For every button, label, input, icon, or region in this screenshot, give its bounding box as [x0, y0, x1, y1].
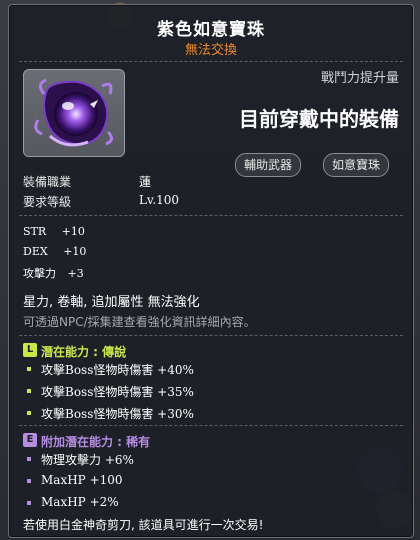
stat-value: +10 [61, 225, 85, 238]
equip-status: 目前穿戴中的裝備 [239, 107, 399, 131]
item-icon-frame [23, 69, 125, 157]
additional-potential-title: 附加潛在能力 : 稀有 [41, 435, 151, 449]
stat-name: STR [23, 225, 47, 238]
stat-attack: 攻擊力 +3 [23, 265, 84, 281]
potential-line: 攻擊Boss怪物時傷害 +40% [41, 363, 194, 377]
level-value: Lv.100 [139, 193, 180, 207]
tag-secondary-weapon: 輔助武器 [235, 153, 302, 177]
enhancement-properties: 星力, 卷軸, 追加屬性 無法強化 [23, 295, 200, 310]
trade-hint: 若使用白金神奇剪刀, 該道具可進行一次交易! [23, 518, 264, 532]
stat-str: STR +10 [23, 225, 85, 238]
rare-badge-icon: E [23, 433, 37, 447]
legendary-badge-icon: L [23, 343, 37, 357]
level-label: 要求等級 [23, 195, 72, 209]
bullet-icon [27, 389, 31, 393]
divider [19, 215, 403, 216]
purple-orb-icon [34, 78, 113, 147]
potential-line: 攻擊Boss怪物時傷害 +30% [41, 407, 194, 421]
stat-dex: DEX +10 [23, 245, 86, 258]
bullet-icon [27, 457, 31, 461]
bullet-icon [27, 479, 31, 483]
additional-potential-line: MaxHP +2% [41, 495, 119, 509]
divider [19, 335, 403, 336]
potential-title: 潛在能力 : 傳說 [41, 345, 127, 359]
stat-value: +3 [67, 267, 84, 280]
additional-potential-line: MaxHP +100 [41, 473, 123, 487]
divider [19, 61, 403, 62]
combat-power-label: 戰鬥力提升量 [320, 71, 399, 86]
stat-value: +10 [63, 245, 87, 258]
additional-potential-line: 物理攻擊力 +6% [41, 453, 134, 467]
item-tooltip: 紫色如意寶珠 無法交換 戰鬥力提升量 目前穿戴中的裝備 輔助武器 如意寶珠 裝備… [8, 4, 414, 538]
enhancement-description: 可透過NPC/採集建查看強化資訊詳細內容。 [23, 315, 256, 329]
job-value: 蓮 [139, 175, 152, 189]
divider [19, 425, 403, 426]
bullet-icon [27, 411, 31, 415]
trade-status: 無法交換 [184, 43, 237, 58]
job-label: 裝備職業 [23, 175, 72, 189]
bullet-icon [27, 501, 31, 505]
stat-name: 攻擊力 [23, 267, 56, 280]
stat-name: DEX [23, 245, 48, 258]
bullet-icon [27, 367, 31, 371]
tag-orb: 如意寶珠 [323, 153, 390, 177]
item-name: 紫色如意寶珠 [157, 20, 265, 40]
potential-line: 攻擊Boss怪物時傷害 +35% [41, 385, 194, 399]
